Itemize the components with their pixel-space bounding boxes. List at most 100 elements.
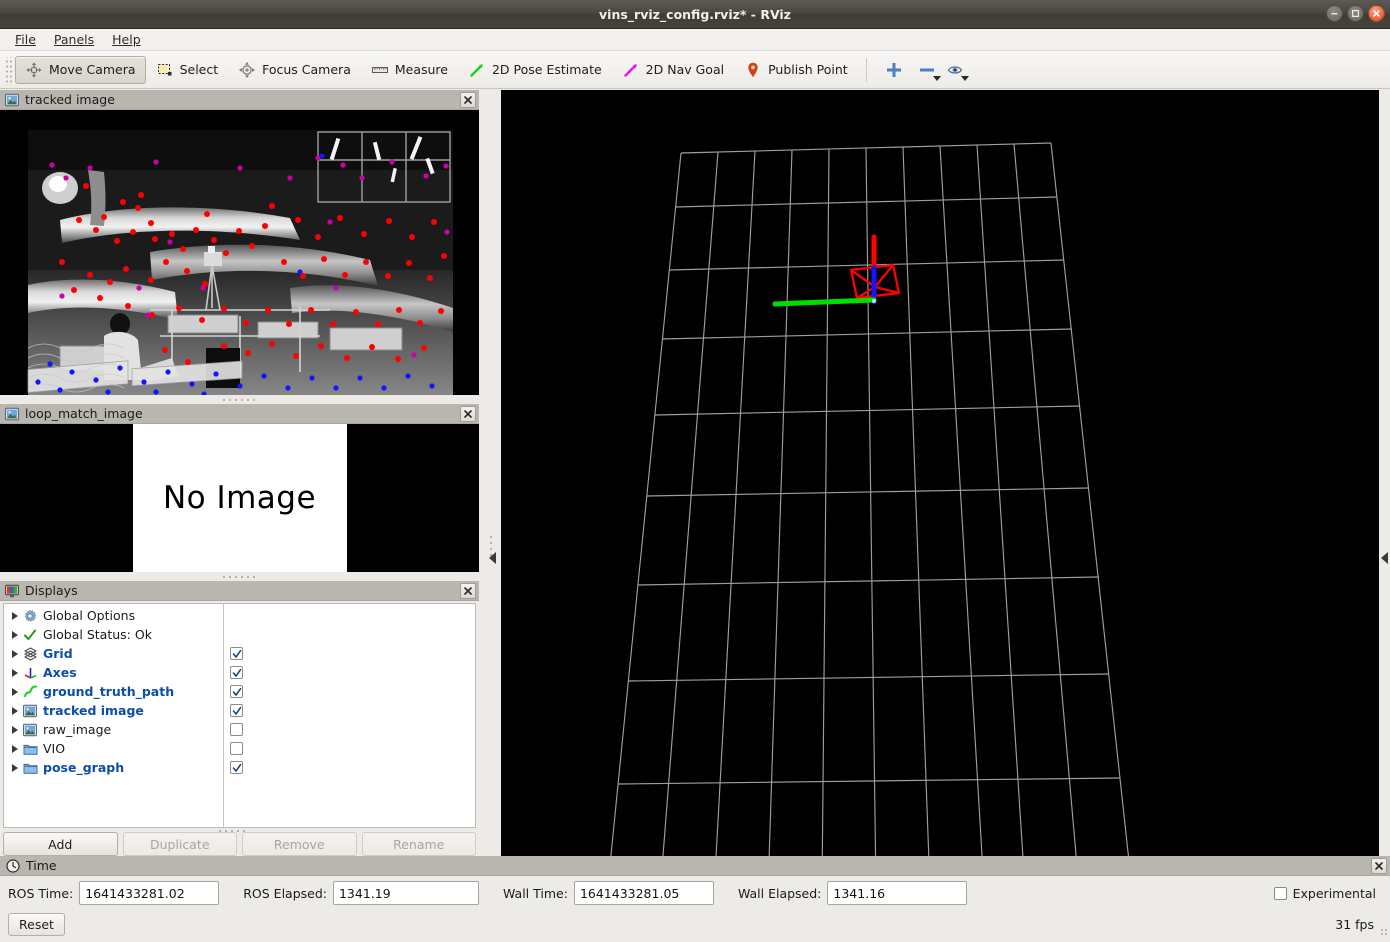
collapse-left-icon[interactable] — [1381, 552, 1388, 564]
tracked-image-close-button[interactable] — [460, 92, 476, 108]
tool-publish-point-label: Publish Point — [768, 62, 848, 77]
tool-publish-point[interactable]: Publish Point — [734, 56, 858, 84]
display-row-grid[interactable]: Grid — [4, 644, 243, 663]
collapse-left-icon[interactable] — [489, 552, 496, 564]
time-title: Time — [26, 858, 57, 873]
wall-elapsed-label: Wall Elapsed: — [737, 885, 822, 901]
ros-time-field[interactable]: 1641433281.02 — [79, 881, 220, 905]
tool-move-camera[interactable]: Move Camera — [15, 55, 146, 84]
chevron-down-icon — [960, 75, 969, 81]
duplicate-button[interactable]: Duplicate — [122, 832, 237, 856]
loop-match-view[interactable]: No Image — [0, 424, 479, 572]
display-label: pose_graph — [43, 760, 125, 775]
tool-focus-camera[interactable]: Focus Camera — [228, 56, 361, 84]
expand-arrow-icon[interactable] — [8, 725, 22, 734]
toolbar-separator — [865, 57, 867, 82]
tracked-image-canvas — [0, 110, 479, 395]
displays-properties-pane[interactable] — [223, 604, 475, 827]
image-display-icon — [22, 703, 38, 719]
magenta-arrow-icon — [623, 63, 637, 77]
add-button[interactable]: Add — [3, 832, 118, 856]
experimental-checkbox[interactable] — [1273, 886, 1287, 900]
expand-arrow-icon[interactable] — [8, 706, 22, 715]
display-label: Axes — [43, 665, 77, 680]
tool-remove[interactable] — [913, 56, 941, 84]
window-titlebar: vins_rviz_config.rviz* - RViz — [0, 0, 1390, 29]
splitter-loop-displays[interactable] — [0, 572, 479, 581]
main-content: tracked image loop_match_image No Image … — [0, 90, 1390, 856]
splitter-tracked-loop[interactable] — [0, 395, 479, 404]
expand-arrow-icon[interactable] — [8, 649, 22, 658]
menu-file[interactable]: File — [6, 30, 45, 50]
display-row-pose-graph[interactable]: pose_graph — [4, 758, 243, 777]
rename-button[interactable]: Rename — [361, 832, 476, 856]
expand-arrow-icon[interactable] — [8, 763, 22, 772]
wall-time-label: Wall Time: — [502, 885, 568, 901]
menubar: File Panels Help — [0, 29, 1390, 51]
displays-title: Displays — [25, 583, 78, 598]
tool-2d-pose-estimate-label: 2D Pose Estimate — [491, 62, 602, 77]
gear-icon — [22, 608, 38, 624]
menu-panels[interactable]: Panels — [45, 30, 103, 50]
tool-add[interactable] — [875, 56, 913, 84]
display-row-tracked-image[interactable]: tracked image — [4, 701, 243, 720]
image-display-icon — [5, 93, 19, 106]
menu-panels-label: Panels — [53, 31, 95, 47]
wall-time-field[interactable]: 1641433281.05 — [573, 881, 714, 905]
display-row-axes[interactable]: Axes — [4, 663, 243, 682]
map-pin-icon — [748, 62, 758, 77]
window-title: vins_rviz_config.rviz* - RViz — [599, 7, 791, 22]
expand-arrow-icon[interactable] — [8, 687, 22, 696]
expand-arrow-icon[interactable] — [8, 630, 22, 639]
displays-column-splitter[interactable] — [217, 829, 247, 834]
display-row-global-status[interactable]: Global Status: Ok — [4, 625, 223, 644]
tool-measure[interactable]: Measure — [361, 56, 458, 84]
loop-match-close-button[interactable] — [460, 406, 476, 422]
plus-icon — [886, 62, 901, 77]
expand-arrow-icon[interactable] — [8, 668, 22, 677]
time-close-button[interactable] — [1371, 858, 1387, 874]
tool-2d-pose-estimate[interactable]: 2D Pose Estimate — [458, 56, 612, 84]
displays-close-button[interactable] — [460, 583, 476, 599]
display-row-vio[interactable]: VIO — [4, 739, 243, 758]
displays-tree-container: Global Options Global Status: Ok Grid Ax… — [3, 603, 476, 834]
expand-arrow-icon[interactable] — [8, 744, 22, 753]
tracked-image-view[interactable] — [0, 110, 479, 395]
ros-elapsed-label: ROS Elapsed: — [243, 885, 327, 901]
reset-button[interactable]: Reset — [8, 912, 65, 936]
check-icon — [22, 627, 38, 643]
ros-elapsed-field[interactable]: 1341.19 — [332, 881, 479, 905]
menu-help[interactable]: Help — [103, 30, 150, 50]
expand-arrow-icon[interactable] — [8, 611, 22, 620]
tool-select-label: Select — [179, 62, 219, 77]
wall-elapsed-field[interactable]: 1341.16 — [827, 881, 968, 905]
displays-tree[interactable]: Global Options Global Status: Ok Grid Ax… — [4, 604, 243, 827]
tool-visibility[interactable] — [941, 56, 969, 84]
display-row-raw-image[interactable]: raw_image — [4, 720, 243, 739]
tool-2d-nav-goal[interactable]: 2D Nav Goal — [612, 56, 734, 84]
toolbar-drag-handle[interactable] — [4, 56, 12, 83]
remove-button[interactable]: Remove — [242, 832, 357, 856]
close-button[interactable] — [1368, 5, 1385, 22]
display-row-ground-truth-path[interactable]: ground_truth_path — [4, 682, 243, 701]
resize-grip[interactable] — [1380, 928, 1389, 937]
time-bottom-row: Reset 31 fps — [0, 910, 1390, 938]
display-label: tracked image — [43, 703, 144, 718]
experimental-toggle[interactable]: Experimental — [1273, 885, 1382, 901]
tool-2d-nav-goal-label: 2D Nav Goal — [645, 62, 725, 77]
display-row-global-options[interactable]: Global Options — [4, 606, 223, 625]
render-view-3d[interactable] — [501, 90, 1379, 856]
minimize-button[interactable] — [1326, 5, 1343, 22]
right-dock-edge[interactable] — [1379, 90, 1390, 856]
tracked-image-title: tracked image — [25, 92, 115, 107]
left-dock: tracked image loop_match_image No Image … — [0, 90, 479, 856]
experimental-label: Experimental — [1292, 885, 1376, 901]
move-camera-icon — [26, 62, 42, 77]
tracked-image-titlebar: tracked image — [0, 90, 479, 110]
tool-select[interactable]: Select — [146, 56, 229, 84]
loop-match-titlebar: loop_match_image — [0, 404, 479, 424]
display-label: Grid — [43, 646, 73, 661]
main-vertical-splitter[interactable] — [479, 90, 501, 856]
select-icon — [157, 63, 172, 75]
maximize-button[interactable] — [1347, 5, 1364, 22]
